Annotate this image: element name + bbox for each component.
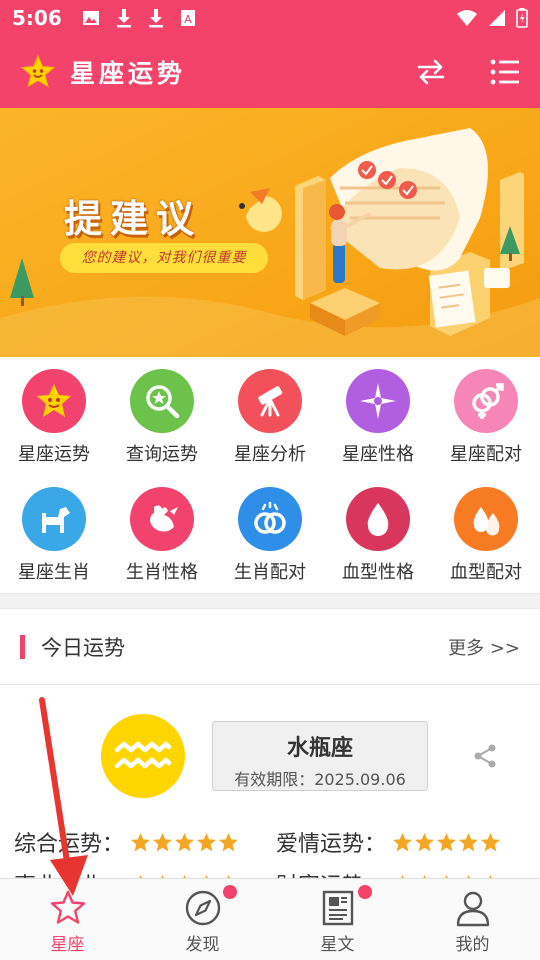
star-icon	[197, 832, 216, 851]
fortune-label: 综合运势：	[14, 832, 125, 857]
grid-label: 查询运势	[126, 444, 198, 465]
sign-info-box: 水瓶座 有效期限：2025.09.06	[212, 721, 428, 791]
dog-icon	[22, 487, 86, 551]
menu-list-icon[interactable]	[490, 59, 520, 85]
grid-item-star-fortune[interactable]: 星座运势	[0, 357, 108, 467]
star-rating	[392, 832, 501, 853]
grid-item-sign-personality[interactable]: 星座性格	[324, 357, 432, 467]
status-time: 5:06	[12, 6, 62, 30]
grid-item-zodiac-match[interactable]: 生肖配对	[216, 475, 324, 585]
status-bar: 5:06 A	[0, 0, 540, 36]
compass-icon	[185, 890, 220, 926]
grid-label: 星座性格	[342, 444, 414, 465]
grid-label: 星座分析	[234, 444, 306, 465]
grid-item-sign-analysis[interactable]: 星座分析	[216, 357, 324, 467]
svg-text:A: A	[184, 13, 192, 26]
grid-item-blood-personality[interactable]: 血型性格	[324, 475, 432, 585]
grid-label: 生肖配对	[234, 562, 306, 583]
star-icon	[415, 832, 434, 851]
page-title: 星座运势	[70, 59, 187, 88]
nav-tab-discover[interactable]: 发现	[135, 879, 270, 960]
app-header: 星座运势	[0, 36, 540, 108]
text-notification-icon: A	[180, 10, 195, 26]
star-icon	[481, 832, 500, 851]
feature-grid: 星座运势 查询运势 星座分析 星座性格 星座配对 星座生肖 生肖性格 生肖配对 …	[0, 357, 540, 593]
blood-drop-icon	[346, 487, 410, 551]
valid-date: 有效期限：2025.09.06	[234, 770, 406, 789]
notification-badge	[358, 885, 372, 899]
switch-icon[interactable]	[416, 57, 446, 87]
star-outline-icon	[50, 890, 85, 924]
download-icon	[116, 9, 131, 28]
bottom-navigation: 星座 发现 星文 我的	[0, 878, 540, 960]
grid-label: 星座生肖	[18, 562, 90, 583]
compass-star-icon	[346, 369, 410, 433]
article-icon	[322, 890, 353, 926]
aquarius-icon	[101, 714, 185, 798]
notification-badge	[223, 885, 237, 899]
feedback-banner[interactable]: 提建议 您的建议，对我们很重要	[0, 108, 540, 357]
today-fortune-header: 今日运势 更多 >>	[0, 609, 540, 685]
star-icon	[131, 832, 150, 851]
nav-tab-mine[interactable]: 我的	[405, 879, 540, 960]
star-icon	[459, 832, 478, 851]
grid-label: 血型配对	[450, 562, 522, 583]
rings-icon	[238, 487, 302, 551]
grid-item-sign-zodiac[interactable]: 星座生肖	[0, 475, 108, 585]
grid-item-query-fortune[interactable]: 查询运势	[108, 357, 216, 467]
grid-item-sign-match[interactable]: 星座配对	[432, 357, 540, 467]
gender-pair-icon	[454, 369, 518, 433]
app-screen: 5:06 A 星座运势 提建议 您的建议，对我们很重要 星座运势 查询运势 星座…	[0, 0, 540, 960]
rooster-icon	[130, 487, 194, 551]
nav-tab-articles[interactable]: 星文	[270, 879, 405, 960]
telescope-icon	[238, 369, 302, 433]
user-icon	[456, 891, 489, 927]
share-icon[interactable]	[472, 743, 498, 769]
image-notification-icon	[82, 11, 99, 25]
download-icon-2	[148, 9, 163, 28]
star-face-icon	[22, 369, 86, 433]
signal-icon	[489, 10, 505, 26]
today-fortune-card: 水瓶座 有效期限：2025.09.06 综合运势： 爱情运势： 事业学业： 财富…	[0, 686, 540, 899]
double-drop-icon	[454, 487, 518, 551]
nav-label: 星文	[320, 935, 355, 955]
star-icon	[153, 832, 172, 851]
star-icon	[175, 832, 194, 851]
star-rating	[130, 832, 239, 853]
grid-item-zodiac-personality[interactable]: 生肖性格	[108, 475, 216, 585]
section-accent-bar	[20, 634, 25, 659]
fortune-overall: 综合运势：	[14, 826, 239, 858]
magnifier-star-icon	[130, 369, 194, 433]
grid-label: 星座配对	[450, 444, 522, 465]
banner-subtitle: 您的建议，对我们很重要	[60, 243, 268, 273]
battery-icon	[516, 8, 528, 28]
star-icon	[437, 832, 456, 851]
star-icon	[219, 832, 238, 851]
section-divider	[0, 593, 540, 609]
grid-label: 生肖性格	[126, 562, 198, 583]
nav-label: 发现	[185, 935, 220, 955]
nav-label: 我的	[455, 935, 490, 955]
grid-label: 星座运势	[18, 444, 90, 465]
nav-label: 星座	[50, 935, 85, 955]
fortune-love: 爱情运势：	[276, 826, 501, 858]
fortune-label: 爱情运势：	[276, 832, 387, 857]
grid-item-blood-match[interactable]: 血型配对	[432, 475, 540, 585]
star-icon	[393, 832, 412, 851]
banner-title: 提建议	[64, 196, 203, 241]
sign-name: 水瓶座	[286, 736, 353, 761]
star-logo-icon	[20, 54, 56, 88]
more-link[interactable]: 更多 >>	[448, 634, 520, 660]
wifi-icon	[457, 10, 477, 26]
nav-tab-constellation[interactable]: 星座	[0, 879, 135, 960]
section-title: 今日运势	[41, 635, 125, 660]
grid-label: 血型性格	[342, 562, 414, 583]
